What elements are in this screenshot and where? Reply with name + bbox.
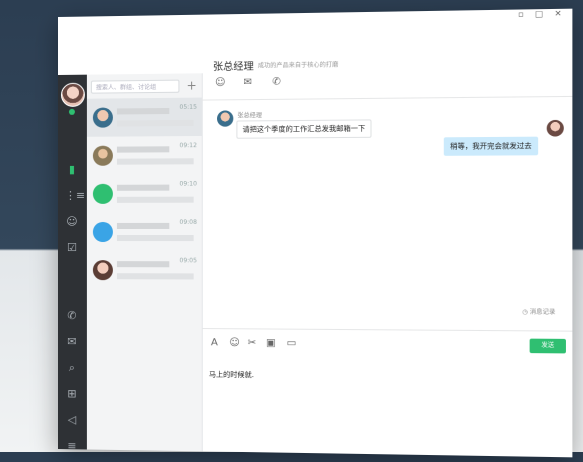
font-icon[interactable]: A [211, 337, 218, 348]
contact-time: 09:08 [179, 219, 197, 226]
contacts-icon[interactable]: ☺ [65, 215, 79, 229]
search-chat-icon[interactable]: ⌕ [65, 361, 79, 375]
contact-preview-placeholder [117, 158, 194, 164]
contact-item[interactable]: 09:12 [87, 136, 202, 175]
contact-name-placeholder [117, 146, 169, 152]
contact-list: 搜索人、群组、讨论组 + 05:15 09:12 09:10 09:08 09:… [87, 73, 203, 451]
composer-toolbar: A ☺ ✂ ▣ ▭ [203, 328, 573, 354]
folder-icon[interactable]: ▭ [287, 338, 297, 349]
contact-item[interactable]: 09:08 [87, 213, 202, 251]
contact-item[interactable]: 09:05 [87, 251, 202, 290]
contact-time: 09:10 [179, 180, 197, 187]
message-history-link[interactable]: ◷ 消息记录 [522, 306, 555, 316]
contact-avatar [93, 260, 113, 280]
contact-item[interactable]: 05:15 [87, 98, 202, 137]
sender-name: 张总经理 [237, 110, 262, 119]
contact-time: 09:12 [179, 142, 197, 149]
chat-header: 张总经理 成功的产品来自于核心的打磨 ☺ ✉ ✆ [203, 50, 573, 100]
tasks-icon[interactable]: ☑ [65, 241, 79, 255]
add-button[interactable]: + [184, 78, 198, 92]
image-icon[interactable]: ▣ [266, 338, 276, 349]
announce-icon[interactable]: ◁ [65, 413, 79, 427]
contact-name-placeholder [117, 261, 169, 267]
search-input[interactable]: 搜索人、群组、讨论组 [91, 80, 180, 94]
menu-icon[interactable]: ≡ [65, 439, 79, 453]
scissors-icon[interactable]: ✂ [248, 337, 257, 348]
contact-avatar [93, 107, 113, 127]
my-avatar [547, 120, 564, 137]
chat-title: 张总经理 [213, 57, 254, 73]
message-bubble-left: 请把这个季度的工作汇总发我邮箱一下 [236, 119, 371, 138]
contact-preview-placeholder [117, 120, 194, 127]
contact-avatar [93, 222, 113, 242]
sender-avatar [217, 110, 233, 126]
contact-time: 09:05 [179, 257, 197, 264]
send-button[interactable]: 发送 [530, 339, 566, 354]
org-icon[interactable]: ⋮≡ [65, 189, 79, 203]
chat-icon[interactable]: ▮ [65, 163, 79, 177]
message-area: 张总经理 请把这个季度的工作汇总发我邮箱一下 稍等，我开完会就发过去 ◷ 消息记… [203, 97, 573, 301]
contact-preview-placeholder [117, 197, 194, 203]
message-bubble-right: 稍等，我开完会就发过去 [444, 137, 538, 156]
app-window: ▫ □ ✕ ▮ ⋮≡ ☺ ☑ ✆ ✉ ⌕ ⊞ ◁ ≡ 搜索人、群组、讨论组 + … [58, 9, 572, 458]
emoji-icon[interactable]: ☺ [229, 337, 240, 348]
contact-name-placeholder [117, 223, 169, 229]
message-input[interactable]: 马上的时候就. [209, 370, 254, 381]
left-sidebar: ▮ ⋮≡ ☺ ☑ ✆ ✉ ⌕ ⊞ ◁ ≡ [58, 75, 87, 450]
apps-icon[interactable]: ⊞ [65, 387, 79, 401]
history-label[interactable]: 消息记录 [530, 309, 556, 316]
contact-name-placeholder [117, 108, 169, 115]
contact-time: 05:15 [179, 104, 197, 111]
mail-icon[interactable]: ✉ [65, 335, 79, 349]
contact-preview-placeholder [117, 273, 194, 279]
user-avatar[interactable] [61, 83, 85, 107]
online-status-icon [69, 109, 75, 115]
contact-avatar [93, 184, 113, 204]
phone-icon[interactable]: ✆ [272, 76, 281, 87]
contact-preview-placeholder [117, 235, 194, 241]
contact-item[interactable]: 09:10 [87, 174, 202, 213]
chat-subtitle: 成功的产品来自于核心的打磨 [258, 59, 338, 69]
contact-name-placeholder [117, 185, 169, 191]
profile-icon[interactable]: ☺ [215, 77, 226, 88]
phone-icon[interactable]: ✆ [65, 309, 79, 323]
mail-icon[interactable]: ✉ [244, 77, 253, 88]
contact-avatar [93, 146, 113, 166]
window-controls[interactable]: ▫ □ ✕ [518, 9, 566, 19]
